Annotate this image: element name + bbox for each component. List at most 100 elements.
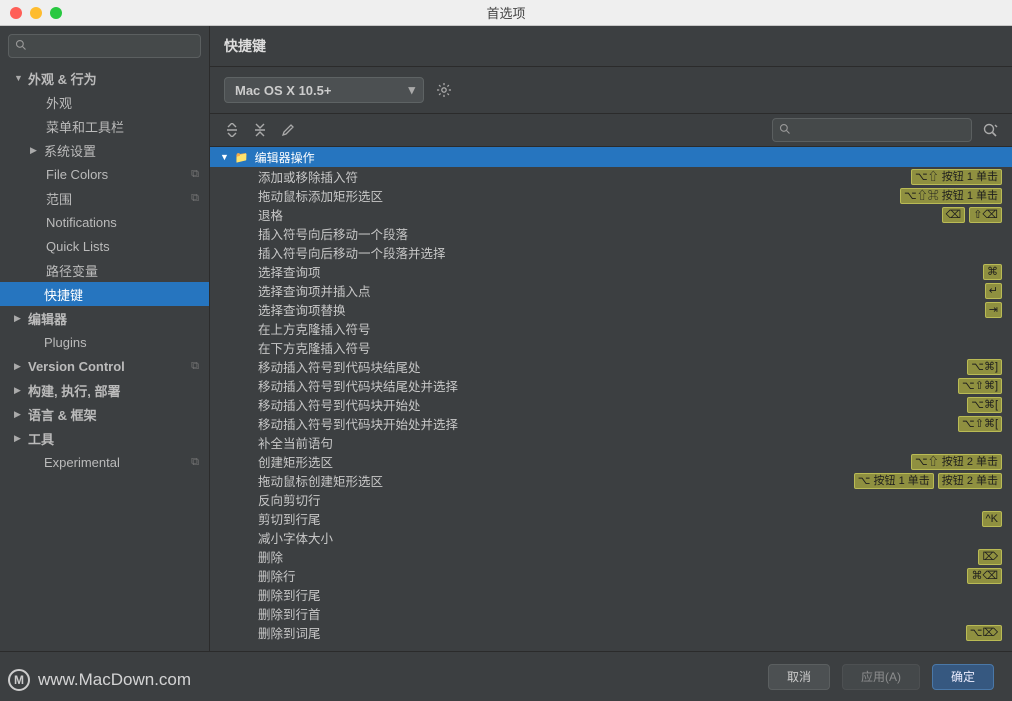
shortcut-tag: 按钮 2 单击 xyxy=(938,473,1002,489)
sidebar-item[interactable]: ▶Version Control⧉ xyxy=(0,354,209,378)
action-label: 删除行 xyxy=(258,566,296,585)
action-row[interactable]: 插入符号向后移动一个段落并选择 xyxy=(210,243,1012,262)
minimize-dot[interactable] xyxy=(30,7,42,19)
action-row[interactable]: 添加或移除插入符⌥⇧ 按钮 1 单击 xyxy=(210,167,1012,186)
traffic-lights xyxy=(0,7,62,19)
action-row[interactable]: 删除到行尾 xyxy=(210,585,1012,604)
expand-all-icon[interactable] xyxy=(224,122,240,138)
action-group-header[interactable]: ▼📁编辑器操作 xyxy=(210,147,1012,167)
action-row[interactable]: 剪切到行尾^K xyxy=(210,509,1012,528)
action-row[interactable]: 移动插入符号到代码块结尾处 ⌥⌘] xyxy=(210,357,1012,376)
action-list[interactable]: ▼📁编辑器操作添加或移除插入符⌥⇧ 按钮 1 单击拖动鼠标添加矩形选区⌥⇧⌘ 按… xyxy=(210,147,1012,651)
scheme-row: Mac OS X 10.5+ xyxy=(210,67,1012,114)
action-label: 删除到词尾 xyxy=(258,623,321,642)
action-label: 选择查询项替换 xyxy=(258,300,346,319)
action-row[interactable]: 移动插入符号到代码块结尾处并选择⌥⇧⌘] xyxy=(210,376,1012,395)
action-row[interactable]: 插入符号向后移动一个段落 xyxy=(210,224,1012,243)
shortcut-tag: ⌫ xyxy=(942,207,966,223)
action-row[interactable]: 拖动鼠标添加矩形选区⌥⇧⌘ 按钮 1 单击 xyxy=(210,186,1012,205)
scheme-value: Mac OS X 10.5+ xyxy=(235,83,331,98)
tree-arrow-icon: ▼ xyxy=(220,152,229,162)
action-row[interactable]: 反向剪切行 xyxy=(210,490,1012,509)
project-scope-icon: ⧉ xyxy=(191,360,199,373)
sidebar-item[interactable]: 菜单和工具栏 xyxy=(0,114,209,138)
sidebar-item[interactable]: 路径变量 xyxy=(0,258,209,282)
pane-title: 快捷键 xyxy=(210,26,1012,67)
action-row[interactable]: 选择查询项并插入点↵ xyxy=(210,281,1012,300)
shortcut-container: ⌥⇧ 按钮 2 单击 xyxy=(911,454,1002,470)
scheme-select[interactable]: Mac OS X 10.5+ xyxy=(224,77,424,103)
action-row[interactable]: 创建矩形选区⌥⇧ 按钮 2 单击 xyxy=(210,452,1012,471)
action-row[interactable]: 移动插入符号到代码块开始处并选择 ⌥⇧⌘[ xyxy=(210,414,1012,433)
gear-icon[interactable] xyxy=(436,82,452,98)
sidebar-item-label: 范围 xyxy=(46,189,72,208)
sidebar-item-label: 系统设置 xyxy=(44,141,96,160)
action-row[interactable]: 在上方克隆插入符号 xyxy=(210,319,1012,338)
tree-arrow-icon: ▼ xyxy=(14,73,24,83)
shortcut-tag: ⌥⇧⌘[ xyxy=(958,416,1002,432)
filter-search-icon xyxy=(779,123,791,135)
sidebar-item[interactable]: ▶系统设置 xyxy=(0,138,209,162)
group-label: 编辑器操作 xyxy=(255,149,315,166)
action-row[interactable]: 拖动鼠标创建矩形选区⌥ 按钮 1 单击按钮 2 单击 xyxy=(210,471,1012,490)
sidebar-item[interactable]: Quick Lists xyxy=(0,234,209,258)
sidebar-item-label: Version Control xyxy=(28,359,125,374)
action-label: 移动插入符号到代码块开始处并选择 xyxy=(258,414,458,433)
window-title: 首选项 xyxy=(486,3,525,22)
titlebar: 首选项 xyxy=(0,0,1012,26)
action-row[interactable]: 减小字体大小 xyxy=(210,528,1012,547)
sidebar: ▼外观 & 行为外观菜单和工具栏▶系统设置File Colors⧉范围⧉Noti… xyxy=(0,26,210,651)
action-row[interactable]: 删除到词尾 ⌥⌦ xyxy=(210,623,1012,642)
watermark-logo-icon: M xyxy=(8,669,30,691)
action-row[interactable]: 选择查询项⌘ xyxy=(210,262,1012,281)
sidebar-item[interactable]: ▶语言 & 框架 xyxy=(0,402,209,426)
action-label: 删除 xyxy=(258,547,283,566)
sidebar-item[interactable]: 外观 xyxy=(0,90,209,114)
ok-button[interactable]: 确定 xyxy=(932,664,994,690)
sidebar-item[interactable]: ▼外观 & 行为 xyxy=(0,66,209,90)
collapse-all-icon[interactable] xyxy=(252,122,268,138)
apply-button[interactable]: 应用(A) xyxy=(842,664,920,690)
sidebar-item[interactable]: 范围⧉ xyxy=(0,186,209,210)
action-row[interactable]: 选择查询项替换⇥ xyxy=(210,300,1012,319)
shortcut-container: ^K xyxy=(982,511,1003,527)
action-search-input[interactable] xyxy=(772,118,972,142)
sidebar-item[interactable]: ▶编辑器 xyxy=(0,306,209,330)
action-row[interactable]: 在下方克隆插入符号 xyxy=(210,338,1012,357)
zoom-dot[interactable] xyxy=(50,7,62,19)
sidebar-item-label: 编辑器 xyxy=(28,309,67,328)
shortcut-container: ⌫⇧⌫ xyxy=(942,207,1002,223)
shortcut-container: ⌥⇧⌘[ xyxy=(958,416,1002,432)
action-row[interactable]: 补全当前语句 xyxy=(210,433,1012,452)
shortcut-container: ⌥⌘] xyxy=(967,359,1002,375)
sidebar-item-label: 语言 & 框架 xyxy=(28,405,97,424)
shortcut-tag: ⌥⇧ 按钮 2 单击 xyxy=(911,454,1002,470)
action-label: 退格 xyxy=(258,205,283,224)
edit-icon[interactable] xyxy=(280,122,296,138)
sidebar-item[interactable]: ▶工具 xyxy=(0,426,209,450)
close-dot[interactable] xyxy=(10,7,22,19)
action-row[interactable]: 删除到行首 xyxy=(210,604,1012,623)
sidebar-item[interactable]: 快捷键 xyxy=(0,282,209,306)
shortcut-tag: ⌥⌦ xyxy=(966,625,1002,641)
action-row[interactable]: 退格 ⌫⇧⌫ xyxy=(210,205,1012,224)
sidebar-item-label: Quick Lists xyxy=(46,239,110,254)
sidebar-item[interactable]: File Colors⧉ xyxy=(0,162,209,186)
action-label: 移动插入符号到代码块结尾处 xyxy=(258,357,421,376)
dialog-footer: M www.MacDown.com 取消 应用(A) 确定 xyxy=(0,651,1012,701)
find-action-by-shortcut-icon[interactable] xyxy=(982,122,998,138)
shortcut-tag: ⌥⇧ 按钮 1 单击 xyxy=(911,169,1002,185)
sidebar-item[interactable]: Plugins xyxy=(0,330,209,354)
sidebar-item[interactable]: ▶构建, 执行, 部署 xyxy=(0,378,209,402)
action-row[interactable]: 删除⌦ xyxy=(210,547,1012,566)
sidebar-item-label: 菜单和工具栏 xyxy=(46,117,124,136)
sidebar-item-label: 快捷键 xyxy=(44,285,83,304)
action-row[interactable]: 删除行⌘⌫ xyxy=(210,566,1012,585)
shortcut-container: ⌥⇧ 按钮 1 单击 xyxy=(911,169,1002,185)
project-scope-icon: ⧉ xyxy=(191,168,199,181)
sidebar-item[interactable]: Experimental⧉ xyxy=(0,450,209,474)
sidebar-search-input[interactable] xyxy=(8,34,201,58)
cancel-button[interactable]: 取消 xyxy=(768,664,830,690)
action-row[interactable]: 移动插入符号到代码块开始处⌥⌘[ xyxy=(210,395,1012,414)
sidebar-item[interactable]: Notifications xyxy=(0,210,209,234)
